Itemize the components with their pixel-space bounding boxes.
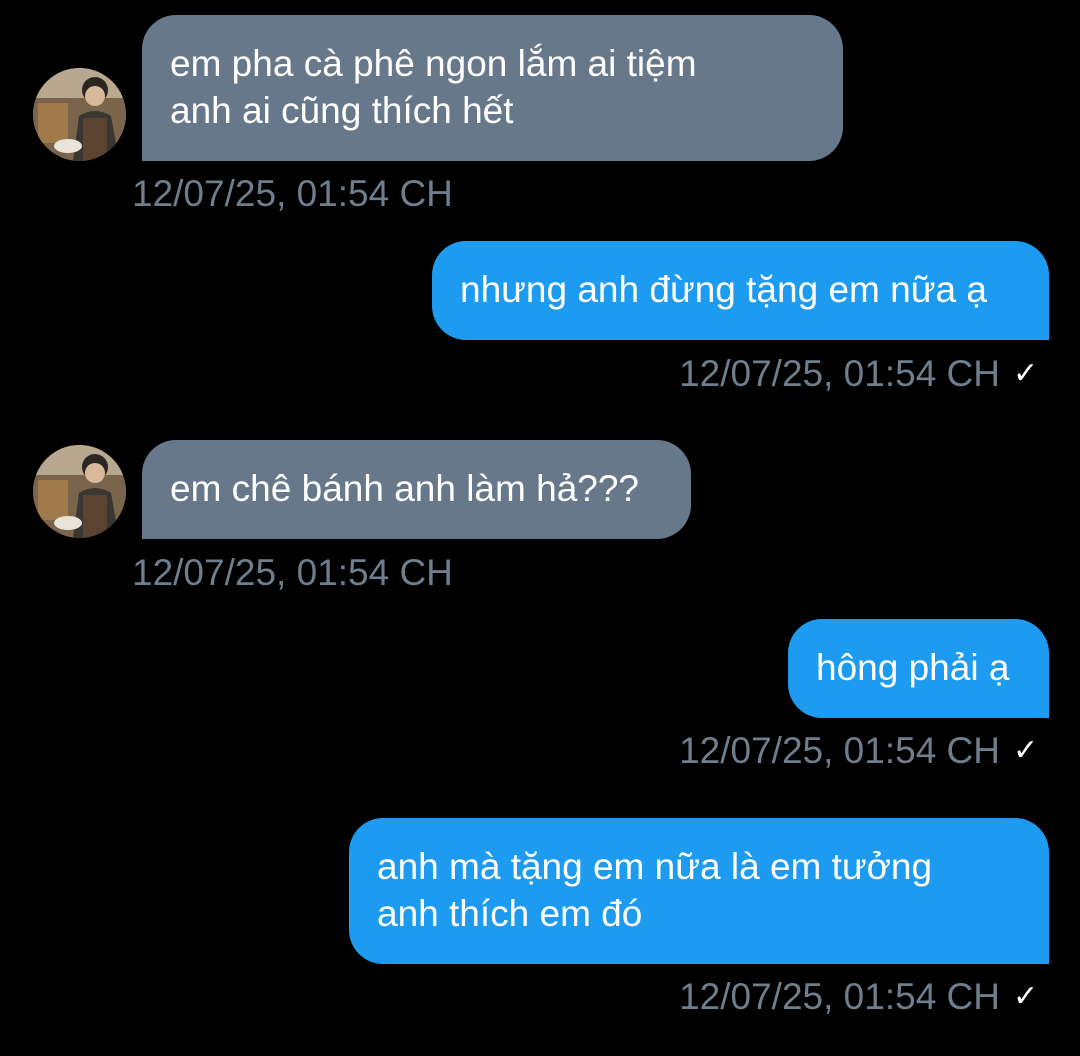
checkmark-icon: ✓ (1013, 734, 1039, 767)
message-bubble-incoming[interactable]: em chê bánh anh làm hả??? (142, 440, 691, 539)
avatar-photo-icon (33, 445, 126, 538)
message-bubble-outgoing[interactable]: hông phải ạ (788, 619, 1049, 718)
message-timestamp: 12/07/25, 01:54 CH (132, 173, 453, 214)
message-bubble-outgoing[interactable]: anh mà tặng em nữa là em tưởng anh thích… (349, 818, 1049, 964)
contact-avatar[interactable] (33, 68, 126, 161)
contact-avatar[interactable] (33, 445, 126, 538)
checkmark-icon: ✓ (1013, 357, 1039, 390)
message-timestamp: 12/07/25, 01:54 CH (679, 353, 1000, 394)
message-bubble-incoming[interactable]: em pha cà phê ngon lắm ai tiệm anh ai cũ… (142, 15, 843, 161)
message-timestamp: 12/07/25, 01:54 CH (679, 976, 1000, 1017)
message-timestamp: 12/07/25, 01:54 CH (132, 552, 453, 593)
message-timestamp: 12/07/25, 01:54 CH (679, 730, 1000, 771)
message-bubble-outgoing[interactable]: nhưng anh đừng tặng em nữa ạ (432, 241, 1049, 340)
avatar-photo-icon (33, 68, 126, 161)
checkmark-icon: ✓ (1013, 980, 1039, 1013)
